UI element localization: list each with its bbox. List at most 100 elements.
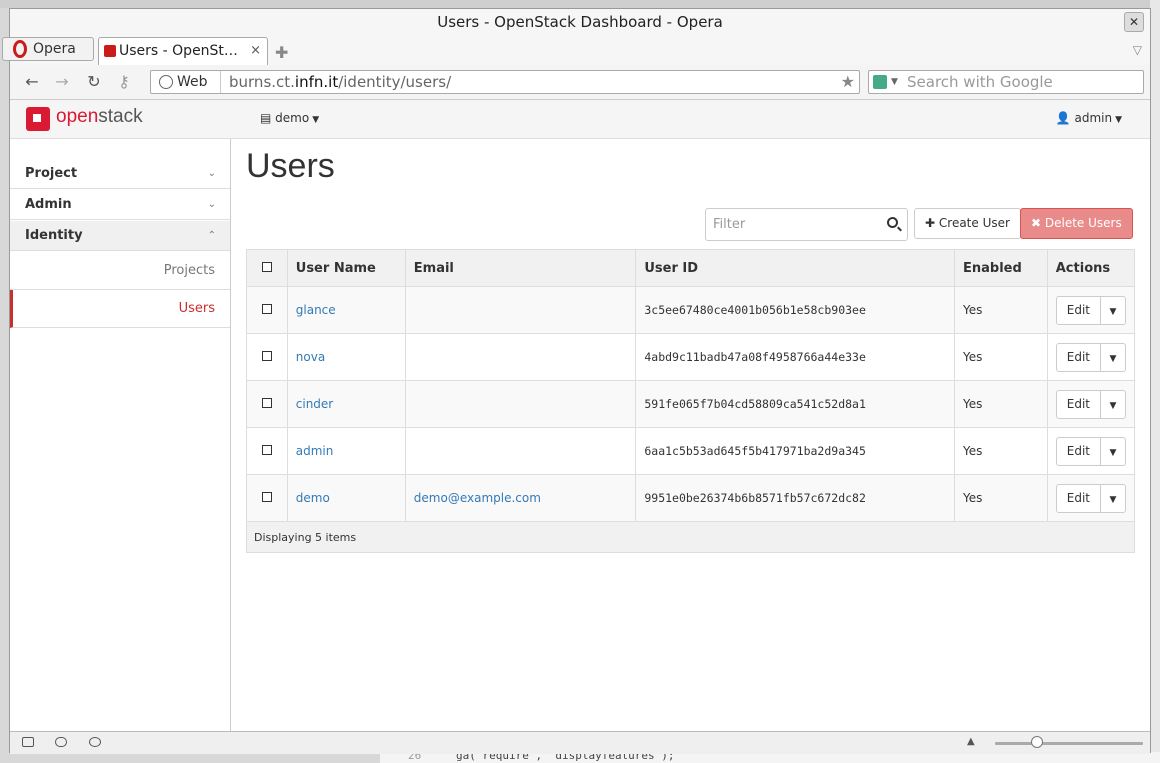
edit-button[interactable]: Edit <box>1057 484 1101 512</box>
edit-button-group: Edit ▼ <box>1055 389 1126 420</box>
sidebar-section-label: Project <box>25 166 78 181</box>
edit-button-group: Edit ▼ <box>1055 483 1126 514</box>
desktop-background <box>0 0 1160 8</box>
filter-input[interactable]: Filter <box>705 208 908 241</box>
arrow-up-icon[interactable]: ▲ <box>967 736 975 747</box>
user-id-cell: 6aa1c5b53ad645f5b417971ba2d9a345 <box>635 427 955 475</box>
email-cell <box>404 380 637 428</box>
key-icon[interactable]: ⚷ <box>114 72 134 92</box>
forward-arrow-icon[interactable]: → <box>52 72 72 92</box>
cloud-icon[interactable] <box>55 737 67 747</box>
url-prefix: burns.ct. <box>229 73 295 91</box>
window-close-button[interactable]: ✕ <box>1124 12 1144 32</box>
remove-icon: ✖ <box>1031 216 1042 230</box>
caret-down-icon[interactable]: ▼ <box>1101 440 1125 467</box>
addr-mode-label: Web <box>177 74 208 90</box>
new-tab-icon[interactable]: ✚ <box>275 43 288 62</box>
actions-cell: Edit ▼ <box>1046 380 1136 428</box>
browser-statusbar: ▲ <box>10 731 1150 754</box>
site-info-badge[interactable]: Web <box>151 71 221 93</box>
row-checkbox[interactable] <box>261 445 272 455</box>
tab-title: Users - OpenSt… <box>119 43 238 59</box>
project-label: demo <box>275 111 310 125</box>
select-all-checkbox[interactable] <box>261 261 272 272</box>
caret-down-icon[interactable]: ▼ <box>1101 299 1125 326</box>
row-checkbox[interactable] <box>261 398 272 408</box>
enabled-cell: Yes <box>954 474 1048 522</box>
create-user-button[interactable]: ✚ Create User <box>914 208 1021 239</box>
user-id-cell: 4abd9c11badb47a08f4958766a44e33e <box>635 333 955 381</box>
project-dropdown[interactable]: ▤ demo ▼ <box>260 111 319 125</box>
column-header-enabled[interactable]: Enabled <box>954 249 1048 287</box>
globe-icon <box>159 75 173 89</box>
caret-down-icon[interactable]: ▼ <box>1101 393 1125 420</box>
row-checkbox[interactable] <box>261 351 272 361</box>
url-text[interactable]: burns.ct.infn.it/identity/users/ <box>229 71 451 93</box>
window-titlebar: Users - OpenStack Dashboard - Opera ✕ <box>10 9 1150 35</box>
sidebar-section-identity[interactable]: Identity ⌃ <box>10 221 230 251</box>
search-box[interactable]: ▼ Search with Google <box>868 70 1144 94</box>
user-name-cell: glance <box>286 286 406 334</box>
actions-cell: Edit ▼ <box>1046 286 1136 334</box>
dashboard-navbar: openstack ▤ demo ▼ 👤 admin ▼ <box>10 100 1150 139</box>
back-arrow-icon[interactable]: ← <box>22 72 42 92</box>
table-row: nova 4abd9c11badb47a08f4958766a44e33e Ye… <box>246 333 1136 381</box>
openstack-logo-icon[interactable] <box>26 107 50 131</box>
tab-list-chevron-icon[interactable]: ▽ <box>1133 43 1142 57</box>
actions-cell: Edit ▼ <box>1046 427 1136 475</box>
email-cell <box>404 427 637 475</box>
caret-down-icon[interactable]: ▼ <box>1101 487 1125 514</box>
user-name-link[interactable]: cinder <box>296 397 333 411</box>
tab-users[interactable]: Users - OpenSt… × <box>98 37 268 65</box>
sidebar-item-users[interactable]: Users <box>10 290 230 328</box>
user-name-link[interactable]: nova <box>296 350 325 364</box>
edit-button[interactable]: Edit <box>1057 343 1101 371</box>
sidebar-section-admin[interactable]: Admin ⌄ <box>10 190 230 220</box>
caret-down-icon: ▼ <box>312 115 320 125</box>
address-bar[interactable]: Web burns.ct.infn.it/identity/users/ ★ <box>150 70 860 94</box>
url-domain: infn.it <box>294 73 339 91</box>
caret-down-icon[interactable]: ▼ <box>1101 346 1125 373</box>
sidebar-item-projects[interactable]: Projects <box>10 252 230 290</box>
edit-button-group: Edit ▼ <box>1055 295 1126 326</box>
column-header-email[interactable]: Email <box>404 249 637 287</box>
row-checkbox[interactable] <box>261 492 272 502</box>
plus-icon: ✚ <box>925 216 936 230</box>
user-name-link[interactable]: demo <box>296 491 330 505</box>
speed-dial-icon[interactable] <box>89 737 101 747</box>
user-icon: 👤 <box>1055 111 1071 125</box>
openstack-brand[interactable]: openstack <box>56 106 143 128</box>
table-row: admin 6aa1c5b53ad645f5b417971ba2d9a345 Y… <box>246 427 1136 475</box>
create-user-label: Create User <box>938 216 1010 230</box>
delete-users-button[interactable]: ✖ Delete Users <box>1020 208 1133 239</box>
column-header-user-id[interactable]: User ID <box>635 249 955 287</box>
reload-icon[interactable]: ↻ <box>84 72 104 92</box>
edit-button[interactable]: Edit <box>1057 437 1101 465</box>
bookmark-star-icon[interactable]: ★ <box>841 71 855 93</box>
browser-toolbar: ← → ↻ ⚷ Web burns.ct.infn.it/identity/us… <box>10 65 1150 100</box>
chevron-down-icon: ⌄ <box>207 199 216 210</box>
edit-button[interactable]: Edit <box>1057 296 1101 324</box>
search-icon[interactable] <box>887 217 898 228</box>
user-name-link[interactable]: admin <box>296 444 334 458</box>
user-id-cell: 591fe065f7b04cd58809ca541c52d8a1 <box>635 380 955 428</box>
email-link[interactable]: demo@example.com <box>414 491 541 505</box>
tab-close-icon[interactable]: × <box>250 38 261 64</box>
panel-toggle-icon[interactable] <box>22 737 34 747</box>
edit-button[interactable]: Edit <box>1057 390 1101 418</box>
sidebar-section-project[interactable]: Project ⌄ <box>10 159 230 189</box>
select-all-cell <box>246 249 288 287</box>
search-engine-dropdown-icon[interactable]: ▼ <box>891 71 898 93</box>
table-row: glance 3c5ee67480ce4001b056b1e58cb903ee … <box>246 286 1136 334</box>
user-dropdown[interactable]: 👤 admin ▼ <box>1056 111 1122 125</box>
user-id-cell: 9951e0be26374b6b8571fb57c672dc82 <box>635 474 955 522</box>
column-header-user-name[interactable]: User Name <box>286 249 406 287</box>
zoom-slider[interactable] <box>995 742 1143 745</box>
opera-menu-button[interactable]: Opera <box>2 37 94 61</box>
table-row: demo demo@example.com 9951e0be26374b6b85… <box>246 474 1136 522</box>
actions-cell: Edit ▼ <box>1046 474 1136 522</box>
zoom-slider-handle[interactable] <box>1031 736 1043 748</box>
user-name-link[interactable]: glance <box>296 303 336 317</box>
project-icon: ▤ <box>260 111 272 125</box>
row-checkbox[interactable] <box>261 304 272 314</box>
